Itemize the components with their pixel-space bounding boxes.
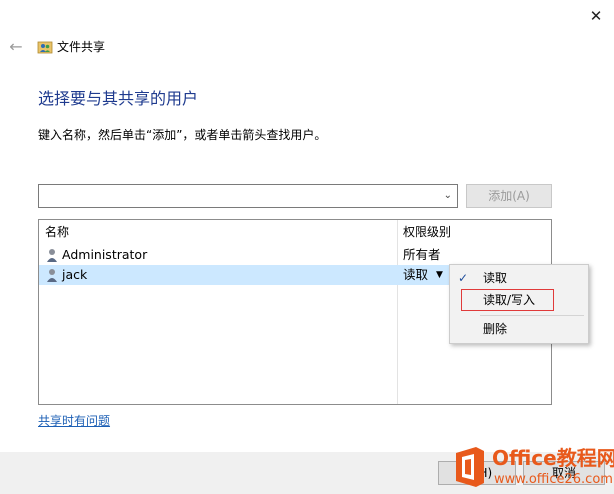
- office-logo-icon: [456, 447, 484, 487]
- menu-item-label: 删除: [483, 322, 508, 336]
- menu-item-label: 读取: [483, 271, 508, 285]
- permission-menu: ✓ 读取 读取/写入 删除: [449, 264, 589, 344]
- instruction-text: 键入名称，然后单击“添加”，或者单击箭头查找用户。: [38, 128, 327, 142]
- caret-down-icon[interactable]: ▼: [436, 266, 443, 284]
- back-arrow-icon[interactable]: ←: [6, 37, 26, 57]
- window-title: 文件共享: [57, 40, 106, 54]
- permission-dropdown[interactable]: 读取: [403, 266, 428, 284]
- close-button[interactable]: ✕: [584, 4, 608, 28]
- add-button[interactable]: 添加(A): [466, 184, 552, 208]
- office-watermark: Office教程网 www.office26.com: [448, 443, 614, 494]
- highlight-box: [461, 289, 554, 311]
- table-row[interactable]: Administrator 所有者: [39, 245, 551, 265]
- column-header-permission[interactable]: 权限级别: [403, 224, 451, 240]
- row-permission: 所有者: [403, 247, 441, 262]
- check-icon: ✓: [458, 271, 469, 285]
- watermark-title: Office教程网: [492, 446, 614, 470]
- menu-item-remove[interactable]: 删除: [450, 318, 588, 340]
- row-user-name: jack: [62, 267, 88, 282]
- row-user-name: Administrator: [62, 247, 148, 262]
- page-heading: 选择要与其共享的用户: [38, 89, 199, 108]
- user-icon: [47, 249, 57, 262]
- sharing-problems-link[interactable]: 共享时有问题: [38, 412, 110, 430]
- column-header-name[interactable]: 名称: [45, 224, 69, 240]
- share-users-icon: [37, 41, 53, 54]
- user-icon: [47, 269, 57, 282]
- menu-separator: [480, 315, 584, 316]
- watermark-url: www.office26.com: [494, 472, 613, 487]
- chevron-down-icon[interactable]: ⌄: [444, 188, 452, 204]
- menu-item-read[interactable]: ✓ 读取: [450, 267, 588, 289]
- user-name-combobox[interactable]: ⌄: [38, 184, 458, 208]
